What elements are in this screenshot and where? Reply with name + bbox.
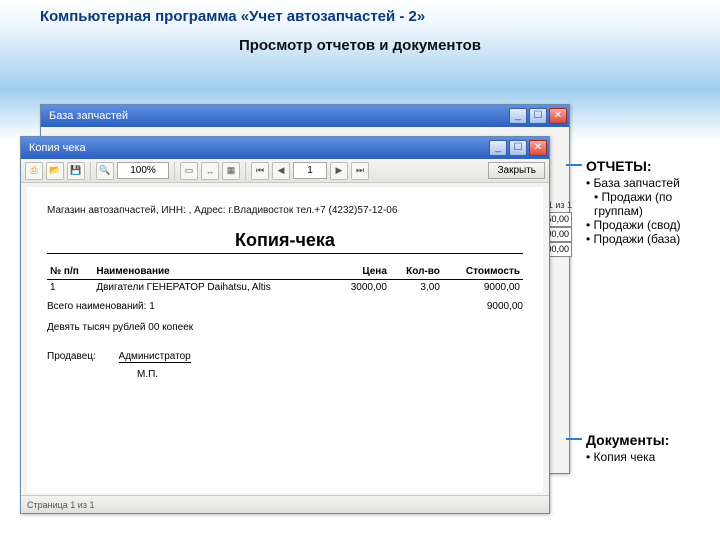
col-price: Цена bbox=[334, 264, 390, 280]
page-number-input[interactable]: 1 bbox=[293, 162, 327, 179]
mp-row: М.П. bbox=[47, 369, 523, 380]
close-button[interactable]: ✕ bbox=[529, 140, 547, 156]
first-page-icon[interactable]: ⏮ bbox=[251, 162, 269, 180]
separator bbox=[245, 162, 246, 180]
separator bbox=[90, 162, 91, 180]
prev-page-icon[interactable]: ◀ bbox=[272, 162, 290, 180]
close-preview-button[interactable]: Закрыть bbox=[488, 162, 545, 179]
status-text: Страница 1 из 1 bbox=[27, 500, 94, 510]
list-item: База запчастей bbox=[586, 176, 716, 190]
minimize-button[interactable]: _ bbox=[489, 140, 507, 156]
reports-heading: ОТЧЕТЫ: bbox=[586, 158, 716, 174]
seller-label: Продавец: bbox=[47, 351, 96, 362]
cell-cost: 9000,00 bbox=[443, 280, 523, 296]
zoom-multi-icon[interactable]: ▦ bbox=[222, 162, 240, 180]
signature-row: Продавец: Администратор bbox=[47, 351, 523, 363]
separator bbox=[174, 162, 175, 180]
items-table: № п/п Наименование Цена Кол-во Стоимость… bbox=[47, 264, 523, 295]
next-page-icon[interactable]: ▶ bbox=[330, 162, 348, 180]
side-reports: ОТЧЕТЫ: База запчастей Продажи (по групп… bbox=[586, 158, 716, 246]
window-front-caption: Копия чека bbox=[23, 142, 86, 154]
save-icon[interactable]: 💾 bbox=[67, 162, 85, 180]
window-front: Копия чека _ ☐ ✕ ⎙ 📂 💾 🔍 100% ▭ ↔ ▦ ⏮ ◀ … bbox=[20, 136, 550, 514]
col-cost: Стоимость bbox=[443, 264, 523, 280]
cell-num: 1 bbox=[47, 280, 93, 296]
open-icon[interactable]: 📂 bbox=[46, 162, 64, 180]
docs-heading: Документы: bbox=[586, 432, 716, 448]
zoom-select[interactable]: 100% bbox=[117, 162, 169, 179]
titlebar-front: Копия чека _ ☐ ✕ bbox=[21, 137, 549, 159]
maximize-button[interactable]: ☐ bbox=[509, 140, 527, 156]
col-num: № п/п bbox=[47, 264, 93, 280]
cell-name: Двигатели ГЕНЕРАТОР Daihatsu, Altis bbox=[93, 280, 333, 296]
seller-name: Администратор bbox=[119, 351, 191, 363]
list-item: Продажи (по группам) bbox=[586, 190, 716, 218]
mp-label: М.П. bbox=[137, 369, 158, 380]
side-docs: Документы: Копия чека bbox=[586, 432, 716, 464]
col-qty: Кол-во bbox=[390, 264, 443, 280]
page-subtitle: Просмотр отчетов и документов bbox=[0, 25, 720, 62]
cell-price: 3000,00 bbox=[334, 280, 390, 296]
shop-info: Магазин автозапчастей, ИНН: , Адрес: г.В… bbox=[47, 205, 523, 216]
list-item: Копия чека bbox=[586, 450, 716, 464]
close-button[interactable]: ✕ bbox=[549, 108, 567, 124]
window-back-caption: База запчастей bbox=[43, 110, 128, 122]
page-title: Компьютерная программа «Учет автозапчаст… bbox=[0, 0, 720, 25]
last-page-icon[interactable]: ⏭ bbox=[351, 162, 369, 180]
statusbar: Страница 1 из 1 bbox=[21, 495, 549, 513]
doc-title: Копия-чека bbox=[47, 230, 523, 254]
print-icon[interactable]: ⎙ bbox=[25, 162, 43, 180]
total-cost: 9000,00 bbox=[487, 301, 523, 312]
minimize-button[interactable]: _ bbox=[509, 108, 527, 124]
list-item: Продажи (свод) bbox=[586, 218, 716, 232]
table-row: 1 Двигатели ГЕНЕРАТОР Daihatsu, Altis 30… bbox=[47, 280, 523, 296]
list-item: Продажи (база) bbox=[586, 232, 716, 246]
amount-in-words: Девять тысяч рублей 00 копеек bbox=[47, 322, 523, 333]
search-icon[interactable]: 🔍 bbox=[96, 162, 114, 180]
col-name: Наименование bbox=[93, 264, 333, 280]
zoom-whole-icon[interactable]: ▭ bbox=[180, 162, 198, 180]
cell-qty: 3,00 bbox=[390, 280, 443, 296]
toolbar: ⎙ 📂 💾 🔍 100% ▭ ↔ ▦ ⏮ ◀ 1 ▶ ⏭ Закрыть bbox=[21, 159, 549, 183]
titlebar-back: База запчастей _ ☐ ✕ bbox=[41, 105, 569, 127]
zoom-width-icon[interactable]: ↔ bbox=[201, 162, 219, 180]
total-items-label: Всего наименований: 1 bbox=[47, 301, 155, 312]
maximize-button[interactable]: ☐ bbox=[529, 108, 547, 124]
document-area: Магазин автозапчастей, ИНН: , Адрес: г.В… bbox=[27, 187, 543, 493]
totals-row: Всего наименований: 1 9000,00 bbox=[47, 301, 523, 312]
